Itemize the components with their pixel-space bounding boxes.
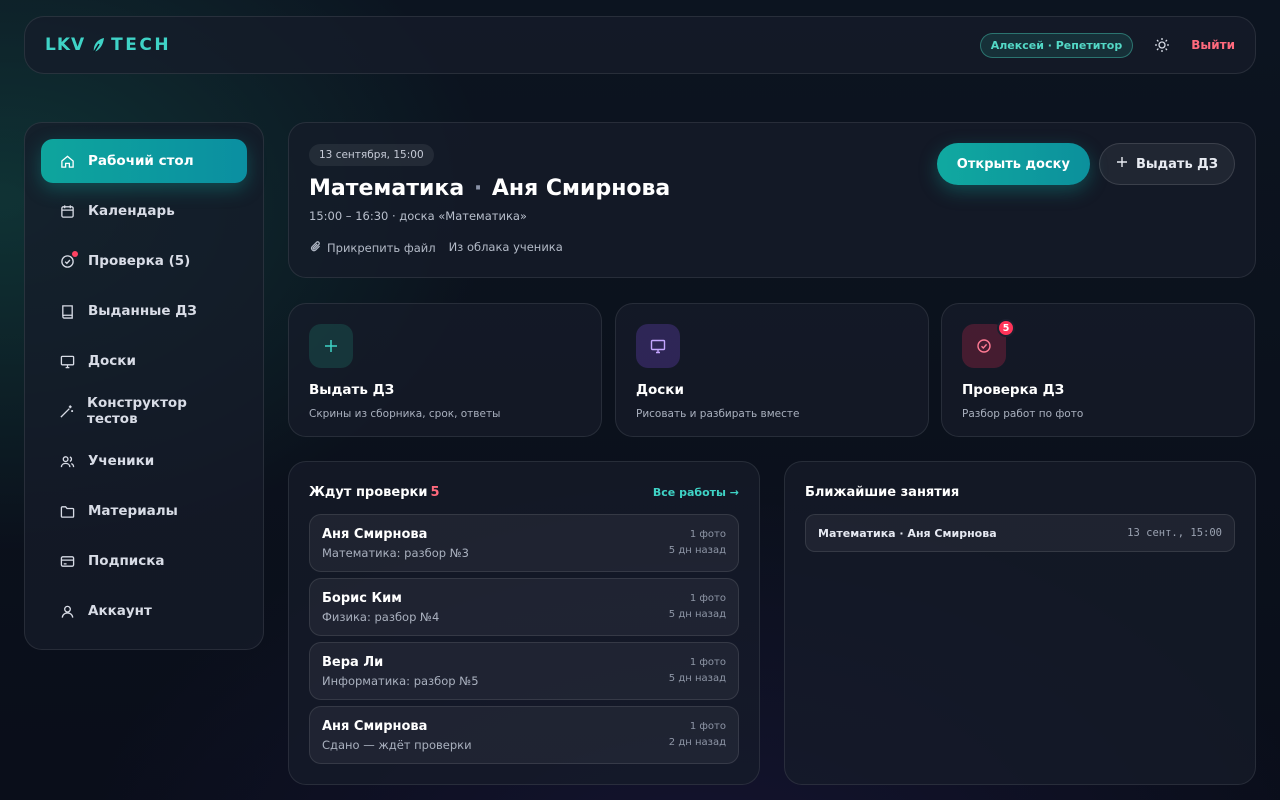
assign-homework-button[interactable]: Выдать ДЗ — [1098, 143, 1235, 185]
lesson-student: Аня Смирнова — [491, 176, 671, 201]
tile-title: Выдать ДЗ — [309, 382, 395, 398]
tile-desc: Разбор работ по фото — [962, 408, 1084, 420]
tile-title: Проверка ДЗ — [962, 382, 1065, 398]
logout-button[interactable]: Выйти — [1191, 38, 1235, 52]
tile-assign-homework[interactable]: Выдать ДЗ Скрины из сборника, срок, отве… — [288, 303, 602, 437]
sidebar-item-account[interactable]: Аккаунт — [41, 589, 247, 633]
lesson-details: 15:00 – 16:30 · доска «Математика» — [309, 209, 527, 223]
book-icon — [59, 303, 75, 319]
lesson-subject: Математика — [309, 176, 465, 201]
sidebar-item-students[interactable]: Ученики — [41, 439, 247, 483]
sidebar-item-label: Выданные ДЗ — [88, 303, 197, 319]
brand-left: LKV — [45, 35, 86, 55]
photo-count: 1 фото — [689, 721, 726, 732]
waiting-title: Ждут проверки — [309, 484, 428, 500]
waiting-review-panel: Ждут проверки 5 Все работы → Аня Смирнова… — [288, 461, 760, 785]
time-ago: 5 дн назад — [668, 609, 726, 620]
student-cloud-link[interactable]: Из облака ученика — [449, 240, 563, 256]
tile-review-homework[interactable]: 5 Проверка ДЗ Разбор работ по фото — [941, 303, 1255, 437]
home-icon — [59, 153, 75, 169]
work-title: Физика: разбор №4 — [322, 609, 440, 624]
tile-desc: Рисовать и разбирать вместе — [636, 408, 800, 420]
sidebar-item-label: Проверка (5) — [88, 253, 191, 269]
list-item[interactable]: Математика · Аня Смирнова 13 сент., 15:0… — [805, 514, 1235, 552]
work-title: Сдано — ждёт проверки — [322, 737, 472, 752]
assign-homework-label: Выдать ДЗ — [1135, 156, 1218, 172]
open-board-button[interactable]: Открыть доску — [936, 143, 1090, 185]
sidebar-item-label: Рабочий стол — [88, 153, 194, 169]
leaf-icon — [91, 37, 105, 53]
folder-icon — [59, 503, 75, 519]
sidebar-item-assigned-homework[interactable]: Выданные ДЗ — [41, 289, 247, 333]
photo-count: 1 фото — [689, 529, 726, 540]
calendar-icon — [59, 203, 75, 219]
sidebar-item-test-builder[interactable]: Конструктор тестов — [41, 389, 247, 433]
user-badge[interactable]: Алексей · Репетитор — [979, 32, 1134, 58]
time-ago: 5 дн назад — [668, 673, 726, 684]
brand-logo[interactable]: LKV TECH — [45, 35, 171, 55]
wand-icon — [59, 403, 74, 419]
list-item[interactable]: Вера Ли Информатика: разбор №5 1 фото 5 … — [309, 642, 739, 700]
user-icon — [59, 603, 75, 619]
plus-icon — [309, 324, 353, 368]
paperclip-icon — [309, 240, 322, 256]
sidebar-item-dashboard[interactable]: Рабочий стол — [41, 139, 247, 183]
student-name: Аня Смирнова — [322, 718, 428, 734]
monitor-icon — [59, 353, 75, 369]
sidebar-item-label: Аккаунт — [88, 603, 152, 619]
list-item[interactable]: Аня Смирнова Сдано — ждёт проверки 1 фот… — [309, 706, 739, 764]
work-title: Информатика: разбор №5 — [322, 673, 479, 688]
upcoming-lessons-panel: Ближайшие занятия Математика · Аня Смирн… — [784, 461, 1256, 785]
student-name: Аня Смирнова — [322, 526, 428, 542]
sidebar-item-label: Подписка — [88, 553, 165, 569]
sidebar-item-label: Календарь — [88, 203, 175, 219]
current-lesson-card: 13 сентября, 15:00 Математика · Аня Смир… — [288, 122, 1256, 278]
check-circle-icon: 5 — [962, 319, 1015, 368]
sidebar: Рабочий стол Календарь Проверка (5) Выда… — [24, 122, 264, 650]
brand-right: TECH — [111, 35, 172, 55]
attach-file-link[interactable]: Прикрепить файл — [309, 240, 436, 256]
sidebar-item-label: Доски — [88, 353, 136, 369]
tile-title: Доски — [636, 382, 684, 398]
student-name: Вера Ли — [322, 654, 384, 670]
plus-icon — [1116, 156, 1128, 172]
all-works-link[interactable]: Все работы → — [653, 486, 739, 499]
time-ago: 5 дн назад — [668, 545, 726, 556]
sidebar-item-label: Материалы — [88, 503, 178, 519]
top-header: LKV TECH Алексей · Репетитор Выйти — [24, 16, 1256, 74]
attach-file-label: Прикрепить файл — [327, 241, 436, 255]
review-count-badge: 5 — [997, 319, 1015, 337]
lesson-date: 13 сентября, 15:00 — [309, 144, 434, 166]
sidebar-item-review[interactable]: Проверка (5) — [41, 239, 247, 283]
upcoming-title: Ближайшие занятия — [805, 484, 960, 500]
notification-dot — [72, 251, 78, 257]
users-icon — [59, 453, 75, 469]
card-icon — [59, 553, 75, 569]
time-ago: 2 дн назад — [668, 737, 726, 748]
lesson-name: Математика · Аня Смирнова — [818, 526, 997, 540]
sidebar-item-subscription[interactable]: Подписка — [41, 539, 247, 583]
tile-desc: Скрины из сборника, срок, ответы — [309, 408, 501, 420]
lesson-time: 13 сент., 15:00 — [1127, 527, 1222, 539]
tile-boards[interactable]: Доски Рисовать и разбирать вместе — [615, 303, 929, 437]
waiting-count: 5 — [430, 484, 440, 500]
list-item[interactable]: Борис Ким Физика: разбор №4 1 фото 5 дн … — [309, 578, 739, 636]
list-item[interactable]: Аня Смирнова Математика: разбор №3 1 фот… — [309, 514, 739, 572]
work-title: Математика: разбор №3 — [322, 545, 469, 560]
monitor-icon — [636, 324, 680, 368]
photo-count: 1 фото — [689, 593, 726, 604]
sidebar-item-boards[interactable]: Доски — [41, 339, 247, 383]
sidebar-item-label: Конструктор тестов — [87, 395, 187, 427]
student-name: Борис Ким — [322, 590, 402, 606]
check-circle-icon — [59, 251, 78, 269]
title-separator: · — [473, 176, 483, 201]
sidebar-item-materials[interactable]: Материалы — [41, 489, 247, 533]
sun-icon[interactable] — [1151, 34, 1173, 56]
sidebar-item-calendar[interactable]: Календарь — [41, 189, 247, 233]
panel-title: Ждут проверки 5 — [309, 485, 440, 500]
photo-count: 1 фото — [689, 657, 726, 668]
sidebar-item-label: Ученики — [88, 453, 155, 469]
